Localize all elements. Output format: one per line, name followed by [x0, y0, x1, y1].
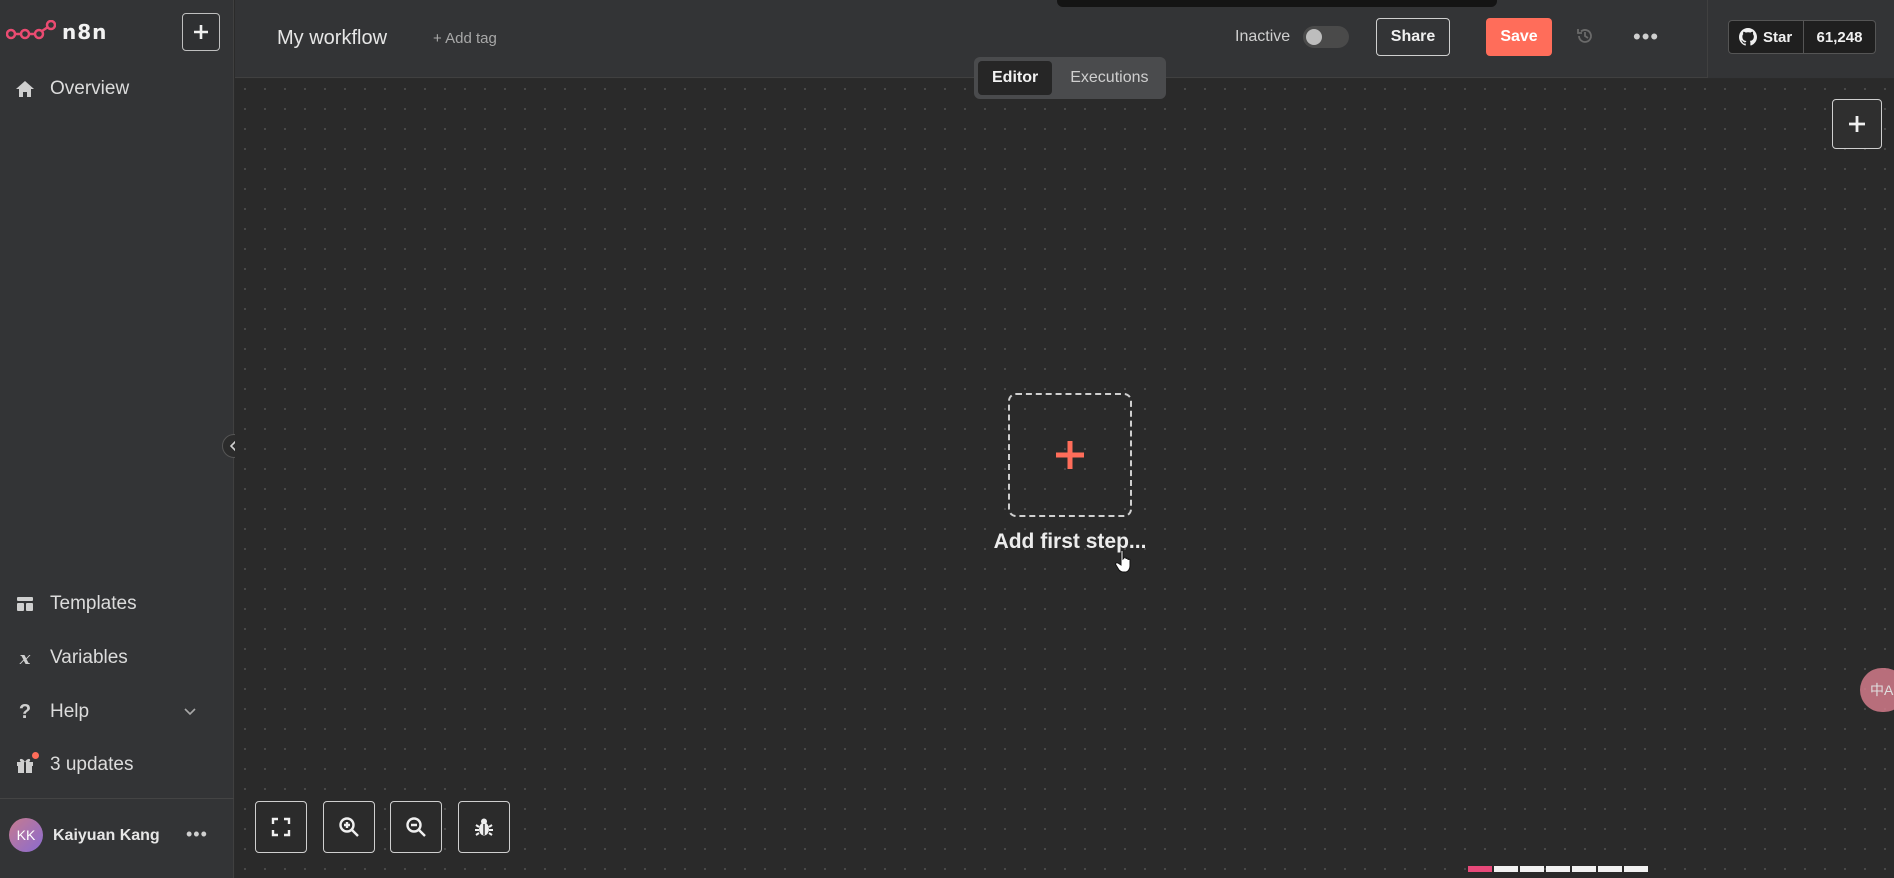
help-icon: ? — [18, 700, 32, 723]
plus-icon — [1056, 441, 1084, 469]
user-menu-button[interactable]: ••• — [186, 824, 208, 845]
notification-dot — [32, 752, 39, 759]
workflow-name[interactable]: My workflow — [277, 27, 387, 50]
home-icon — [14, 78, 36, 100]
bottom-progress-strip — [1468, 866, 1648, 872]
zoom-in-icon — [339, 817, 359, 837]
status-label: Inactive — [1235, 28, 1291, 45]
active-toggle[interactable] — [1303, 26, 1349, 48]
workflow-menu-button[interactable]: ••• — [1633, 24, 1659, 50]
fit-view-icon — [271, 817, 291, 837]
sidebar-item-label: Variables — [50, 647, 128, 668]
github-star-label: Star — [1763, 28, 1793, 46]
open-nodes-panel-button[interactable] — [1832, 99, 1882, 149]
fit-view-button[interactable] — [255, 801, 307, 853]
plus-icon — [194, 25, 208, 39]
add-first-step-label[interactable]: Add first step... — [960, 530, 1180, 554]
zoom-out-icon — [406, 817, 426, 837]
save-button[interactable]: Save — [1486, 18, 1552, 56]
share-button[interactable]: Share — [1376, 18, 1450, 56]
sidebar-item-help[interactable]: ? Help — [0, 690, 234, 734]
editor-executions-switch: Editor Executions — [974, 57, 1166, 99]
sidebar-item-label: Overview — [50, 78, 130, 99]
n8n-logo[interactable]: n8n — [6, 20, 107, 44]
github-section: Star 61,248 — [1707, 0, 1894, 78]
add-first-step-button[interactable] — [1008, 393, 1132, 517]
n8n-logo-icon — [6, 20, 56, 40]
gift-icon — [14, 752, 39, 776]
tab-executions[interactable]: Executions — [1056, 61, 1162, 95]
add-tag-button[interactable]: + Add tag — [433, 30, 497, 47]
toast-edge — [1057, 0, 1497, 7]
chevron-down-icon — [184, 708, 196, 716]
sidebar-item-label: Templates — [50, 593, 137, 614]
zoom-in-button[interactable] — [323, 801, 375, 853]
sidebar-item-updates[interactable]: 3 updates — [0, 743, 234, 787]
zoom-out-button[interactable] — [390, 801, 442, 853]
variables-icon: x — [19, 647, 31, 669]
github-star-count[interactable]: 61,248 — [1804, 20, 1876, 54]
github-star-button[interactable]: Star — [1728, 20, 1804, 54]
brand-name: n8n — [62, 20, 108, 44]
sidebar: n8n Overview Templates x Variables ? Hel… — [0, 0, 234, 878]
avatar[interactable]: KK — [9, 818, 43, 852]
sidebar-item-label: Help — [50, 701, 90, 722]
github-icon — [1739, 28, 1757, 46]
user-name: Kaiyuan Kang — [53, 827, 160, 844]
sidebar-item-templates[interactable]: Templates — [0, 582, 234, 626]
templates-icon — [14, 593, 36, 615]
hand-cursor-icon — [1115, 549, 1131, 573]
sidebar-item-label: 3 updates — [50, 754, 134, 775]
sidebar-item-overview[interactable]: Overview — [0, 67, 234, 111]
sidebar-item-variables[interactable]: x Variables — [0, 636, 234, 680]
history-icon[interactable] — [1575, 26, 1595, 46]
plus-icon — [1849, 116, 1865, 132]
new-workflow-button[interactable] — [182, 13, 220, 51]
debug-icon — [475, 818, 493, 836]
tab-editor[interactable]: Editor — [978, 61, 1053, 95]
debug-button[interactable] — [458, 801, 510, 853]
